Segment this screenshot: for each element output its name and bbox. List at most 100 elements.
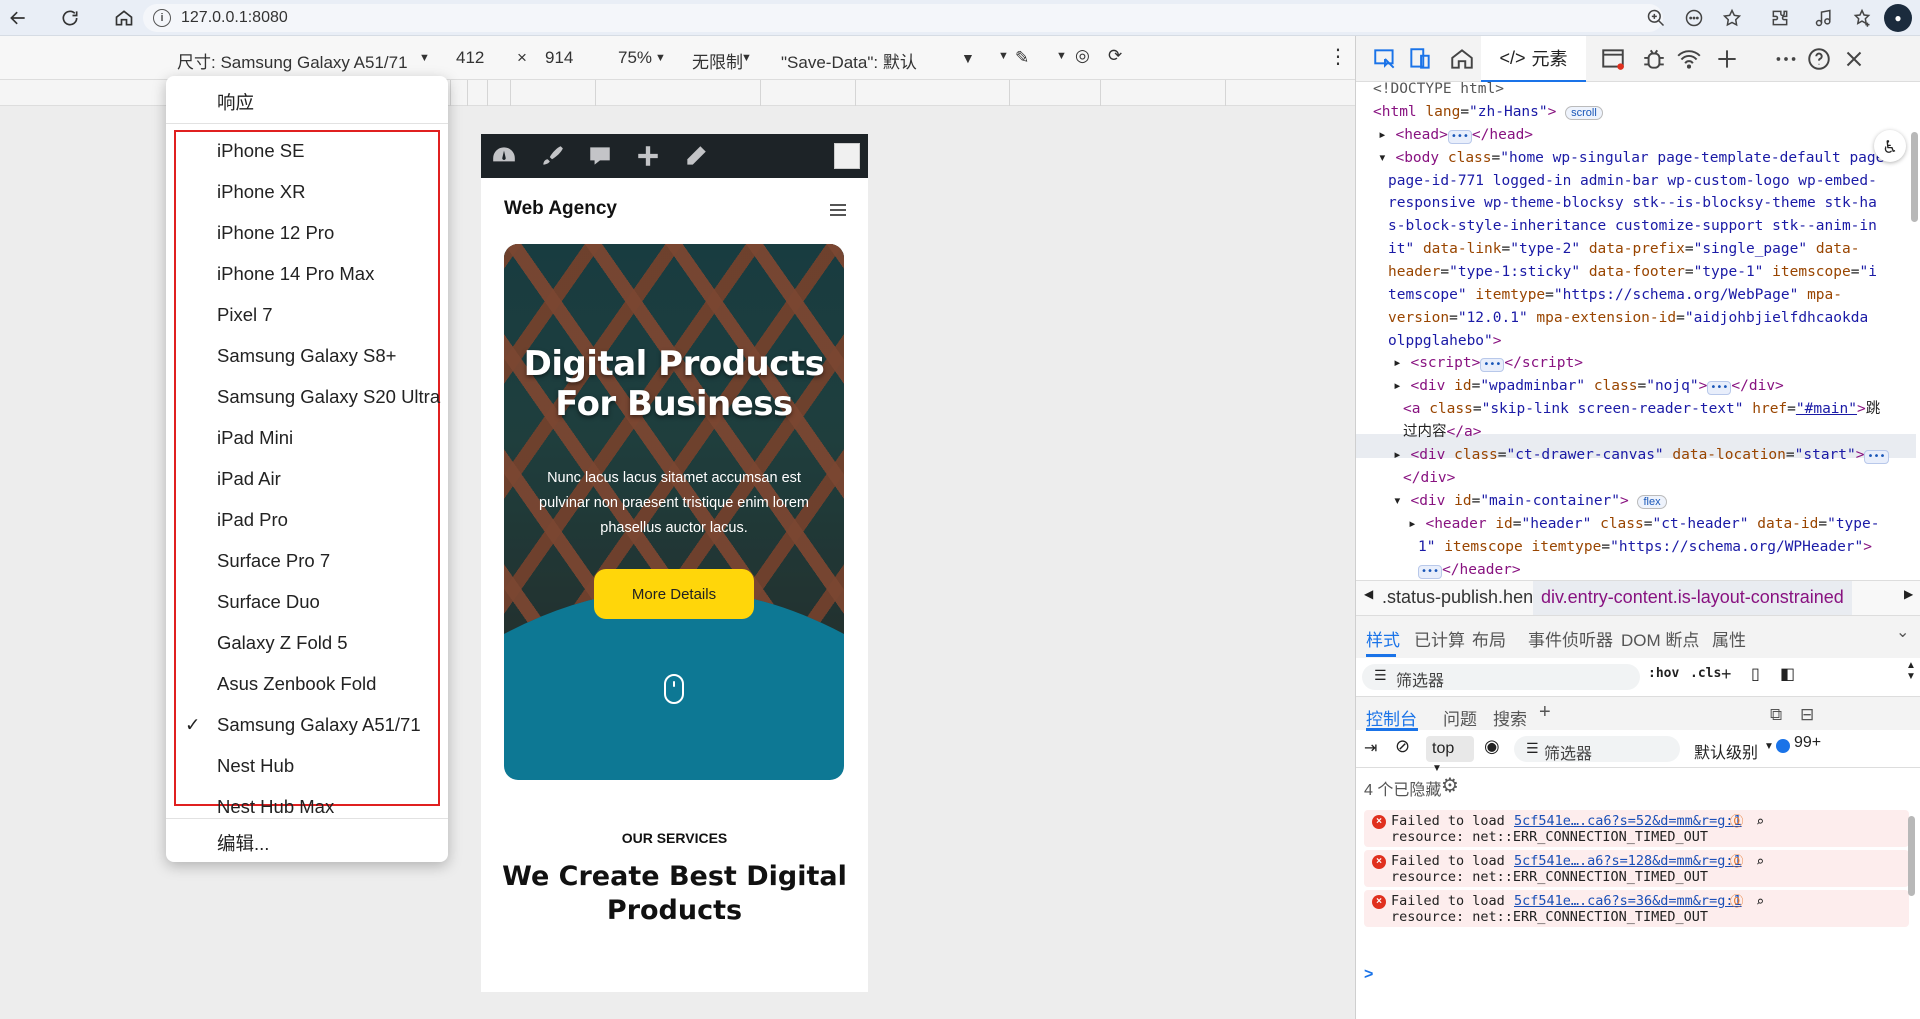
rotate-icon[interactable]: ⟳ xyxy=(1108,46,1122,66)
dropdown-item-device[interactable]: iPhone XR xyxy=(217,181,305,203)
more-icon[interactable] xyxy=(1678,2,1710,34)
tab-elements[interactable]: </> 元素 xyxy=(1481,36,1586,82)
network-icon[interactable] xyxy=(1676,46,1702,72)
save-data-select[interactable]: "Save-Data": 默认 xyxy=(781,48,917,73)
favorite-icon[interactable] xyxy=(1716,2,1748,34)
dom-line[interactable]: responsive wp-theme-blocksy stk--is-bloc… xyxy=(1388,192,1877,215)
add-new-icon[interactable] xyxy=(635,143,661,169)
home-icon[interactable] xyxy=(1449,46,1475,72)
error-source-link[interactable]: 5cf541e….a6?s=128&d=mm&r=g:1 xyxy=(1514,853,1742,869)
dom-line[interactable]: ▾ <div id="main-container"> flex xyxy=(1393,490,1667,514)
hov-toggle[interactable]: :hov xyxy=(1648,666,1679,681)
url-text[interactable]: 127.0.0.1:8080 xyxy=(181,9,288,27)
sidebar-toggle-icon[interactable]: ◧ xyxy=(1780,664,1795,684)
dropdown-item-device[interactable]: iPhone SE xyxy=(217,140,304,162)
ai-explain-icon[interactable]: ⓪ xyxy=(1730,814,1746,830)
ai-explain-icon[interactable]: ⓪ xyxy=(1730,854,1746,870)
issues-count[interactable]: 99+ xyxy=(1794,734,1821,752)
error-source-link[interactable]: 5cf541e….ca6?s=36&d=mm&r=g:1 xyxy=(1514,893,1742,909)
add-rule-icon[interactable]: + xyxy=(1721,664,1732,685)
device-size-select[interactable]: 尺寸: Samsung Galaxy A51/71 xyxy=(177,48,408,73)
eyedropper-icon[interactable]: ✎ xyxy=(1015,48,1029,68)
music-icon[interactable] xyxy=(1808,2,1840,34)
more-vertical-icon[interactable]: ⋮ xyxy=(1328,44,1348,69)
dropdown-item-responsive[interactable]: 响应 xyxy=(217,89,254,115)
inspect-icon[interactable] xyxy=(1372,46,1398,72)
dropdown-item-device[interactable]: Pixel 7 xyxy=(217,304,273,326)
eye-icon[interactable]: ◎ xyxy=(1075,46,1090,66)
chevron-down-icon[interactable]: ▼ xyxy=(961,50,975,66)
collections-icon[interactable] xyxy=(1846,2,1878,34)
dom-line[interactable]: </div> xyxy=(1403,467,1455,490)
tab-layout[interactable]: 布局 xyxy=(1472,626,1506,651)
dom-line[interactable]: s-block-style-inheritance customize-supp… xyxy=(1388,215,1877,238)
dropdown-item-device[interactable]: Nest Hub xyxy=(217,755,294,777)
throttle-select[interactable]: 无限制 xyxy=(692,48,743,73)
dock-icon[interactable]: ⧉ xyxy=(1770,705,1782,725)
dom-line[interactable]: <html lang="zh-Hans"> scroll xyxy=(1373,101,1603,125)
edit-icon[interactable] xyxy=(683,143,709,169)
profile-avatar[interactable]: ● xyxy=(1884,4,1912,32)
dashboard-icon[interactable] xyxy=(491,143,517,169)
tab-issues[interactable]: 问题 xyxy=(1443,705,1477,730)
settings-gear-icon[interactable]: ⚙ xyxy=(1441,773,1459,798)
dom-line[interactable]: version="12.0.1" mpa-extension-id="aidjo… xyxy=(1388,307,1868,330)
cls-toggle[interactable]: .cls xyxy=(1690,666,1721,681)
add-tab-icon[interactable]: + xyxy=(1539,701,1551,724)
chevron-down-icon[interactable]: ⌄ xyxy=(1896,622,1909,642)
refresh-icon[interactable] xyxy=(52,0,88,36)
dropdown-item-device[interactable]: Galaxy Z Fold 5 xyxy=(217,632,348,654)
accessibility-icon[interactable]: ♿ xyxy=(1874,130,1906,162)
tab-dom-breakpoints[interactable]: DOM 断点 xyxy=(1621,626,1699,651)
dropdown-item-device[interactable]: Samsung Galaxy S8+ xyxy=(217,345,396,367)
error-source-link[interactable]: 5cf541e….ca6?s=52&d=mm&r=g:1 xyxy=(1514,813,1742,829)
search-icon[interactable]: ⌕ xyxy=(1756,814,1772,830)
issues-icon[interactable] xyxy=(1776,739,1790,753)
dropdown-item-device-selected[interactable]: Samsung Galaxy A51/71 xyxy=(217,714,421,736)
home-icon[interactable] xyxy=(106,0,142,36)
dom-line[interactable]: page-id-771 logged-in admin-bar wp-custo… xyxy=(1388,170,1877,193)
clear-console-icon[interactable]: ⊘ xyxy=(1395,736,1410,757)
dom-line[interactable]: <!DOCTYPE html> xyxy=(1373,82,1504,101)
dropdown-item-device[interactable]: iPad Pro xyxy=(217,509,288,531)
dom-line[interactable]: ▸ <head> ••• </head> xyxy=(1378,124,1533,147)
log-level-select[interactable]: 默认级别 xyxy=(1694,739,1758,763)
customize-icon[interactable] xyxy=(539,143,565,169)
info-icon[interactable]: i xyxy=(153,9,171,27)
search-icon[interactable]: ⌕ xyxy=(1756,854,1772,870)
dom-line[interactable]: ▸ <header id="header" class="ct-header" … xyxy=(1408,513,1879,536)
site-title[interactable]: Web Agency xyxy=(504,198,617,220)
add-tab-icon[interactable] xyxy=(1714,46,1740,72)
more-tools-icon[interactable] xyxy=(1773,46,1799,72)
height-input[interactable]: 914 xyxy=(545,48,573,68)
dropdown-item-device[interactable]: Asus Zenbook Fold xyxy=(217,673,376,695)
dom-line[interactable]: 1" itemscope itemtype="https://schema.or… xyxy=(1418,536,1872,559)
dom-line[interactable]: <a class="skip-link screen-reader-text" … xyxy=(1403,398,1880,421)
tab-computed[interactable]: 已计算 xyxy=(1414,626,1465,651)
dropdown-item-edit[interactable]: 编辑... xyxy=(217,830,269,856)
tab-event-listeners[interactable]: 事件侦听器 xyxy=(1528,626,1613,651)
expand-icon[interactable]: ⊟ xyxy=(1800,705,1814,725)
close-icon[interactable] xyxy=(1841,46,1867,72)
extensions-icon[interactable] xyxy=(1764,2,1796,34)
dom-line[interactable]: ▸ <div class="ct-drawer-canvas" data-loc… xyxy=(1393,444,1889,467)
dropdown-item-device[interactable]: iPhone 12 Pro xyxy=(217,222,334,244)
breadcrumb-item[interactable]: .status-publish.hentry xyxy=(1382,587,1553,608)
dom-line[interactable]: ▸ <div id="wpadminbar" class="nojq"> ••• <… xyxy=(1393,375,1784,398)
scrollbar[interactable] xyxy=(1911,132,1918,222)
dropdown-item-device[interactable]: iPhone 14 Pro Max xyxy=(217,263,374,285)
dropdown-item-device[interactable]: Samsung Galaxy S20 Ultra xyxy=(217,386,440,408)
chevron-left-icon[interactable]: ◀ xyxy=(1364,587,1373,601)
help-icon[interactable] xyxy=(1806,46,1832,72)
more-details-button[interactable]: More Details xyxy=(594,569,754,619)
bug-icon[interactable] xyxy=(1641,46,1667,72)
dropdown-item-device[interactable]: Surface Pro 7 xyxy=(217,550,330,572)
console-icon[interactable] xyxy=(1600,46,1626,72)
context-select[interactable]: top ▼ xyxy=(1426,736,1474,774)
dom-line[interactable]: ▸ <script> ••• </script> xyxy=(1393,352,1583,375)
zoom-select[interactable]: 75% xyxy=(618,48,652,68)
address-bar[interactable]: i 127.0.0.1:8080 xyxy=(143,4,1663,32)
comments-icon[interactable] xyxy=(587,143,613,169)
tab-console[interactable]: 控制台 xyxy=(1366,705,1417,730)
dom-line[interactable]: temscope" itemtype="https://schema.org/W… xyxy=(1388,284,1842,307)
